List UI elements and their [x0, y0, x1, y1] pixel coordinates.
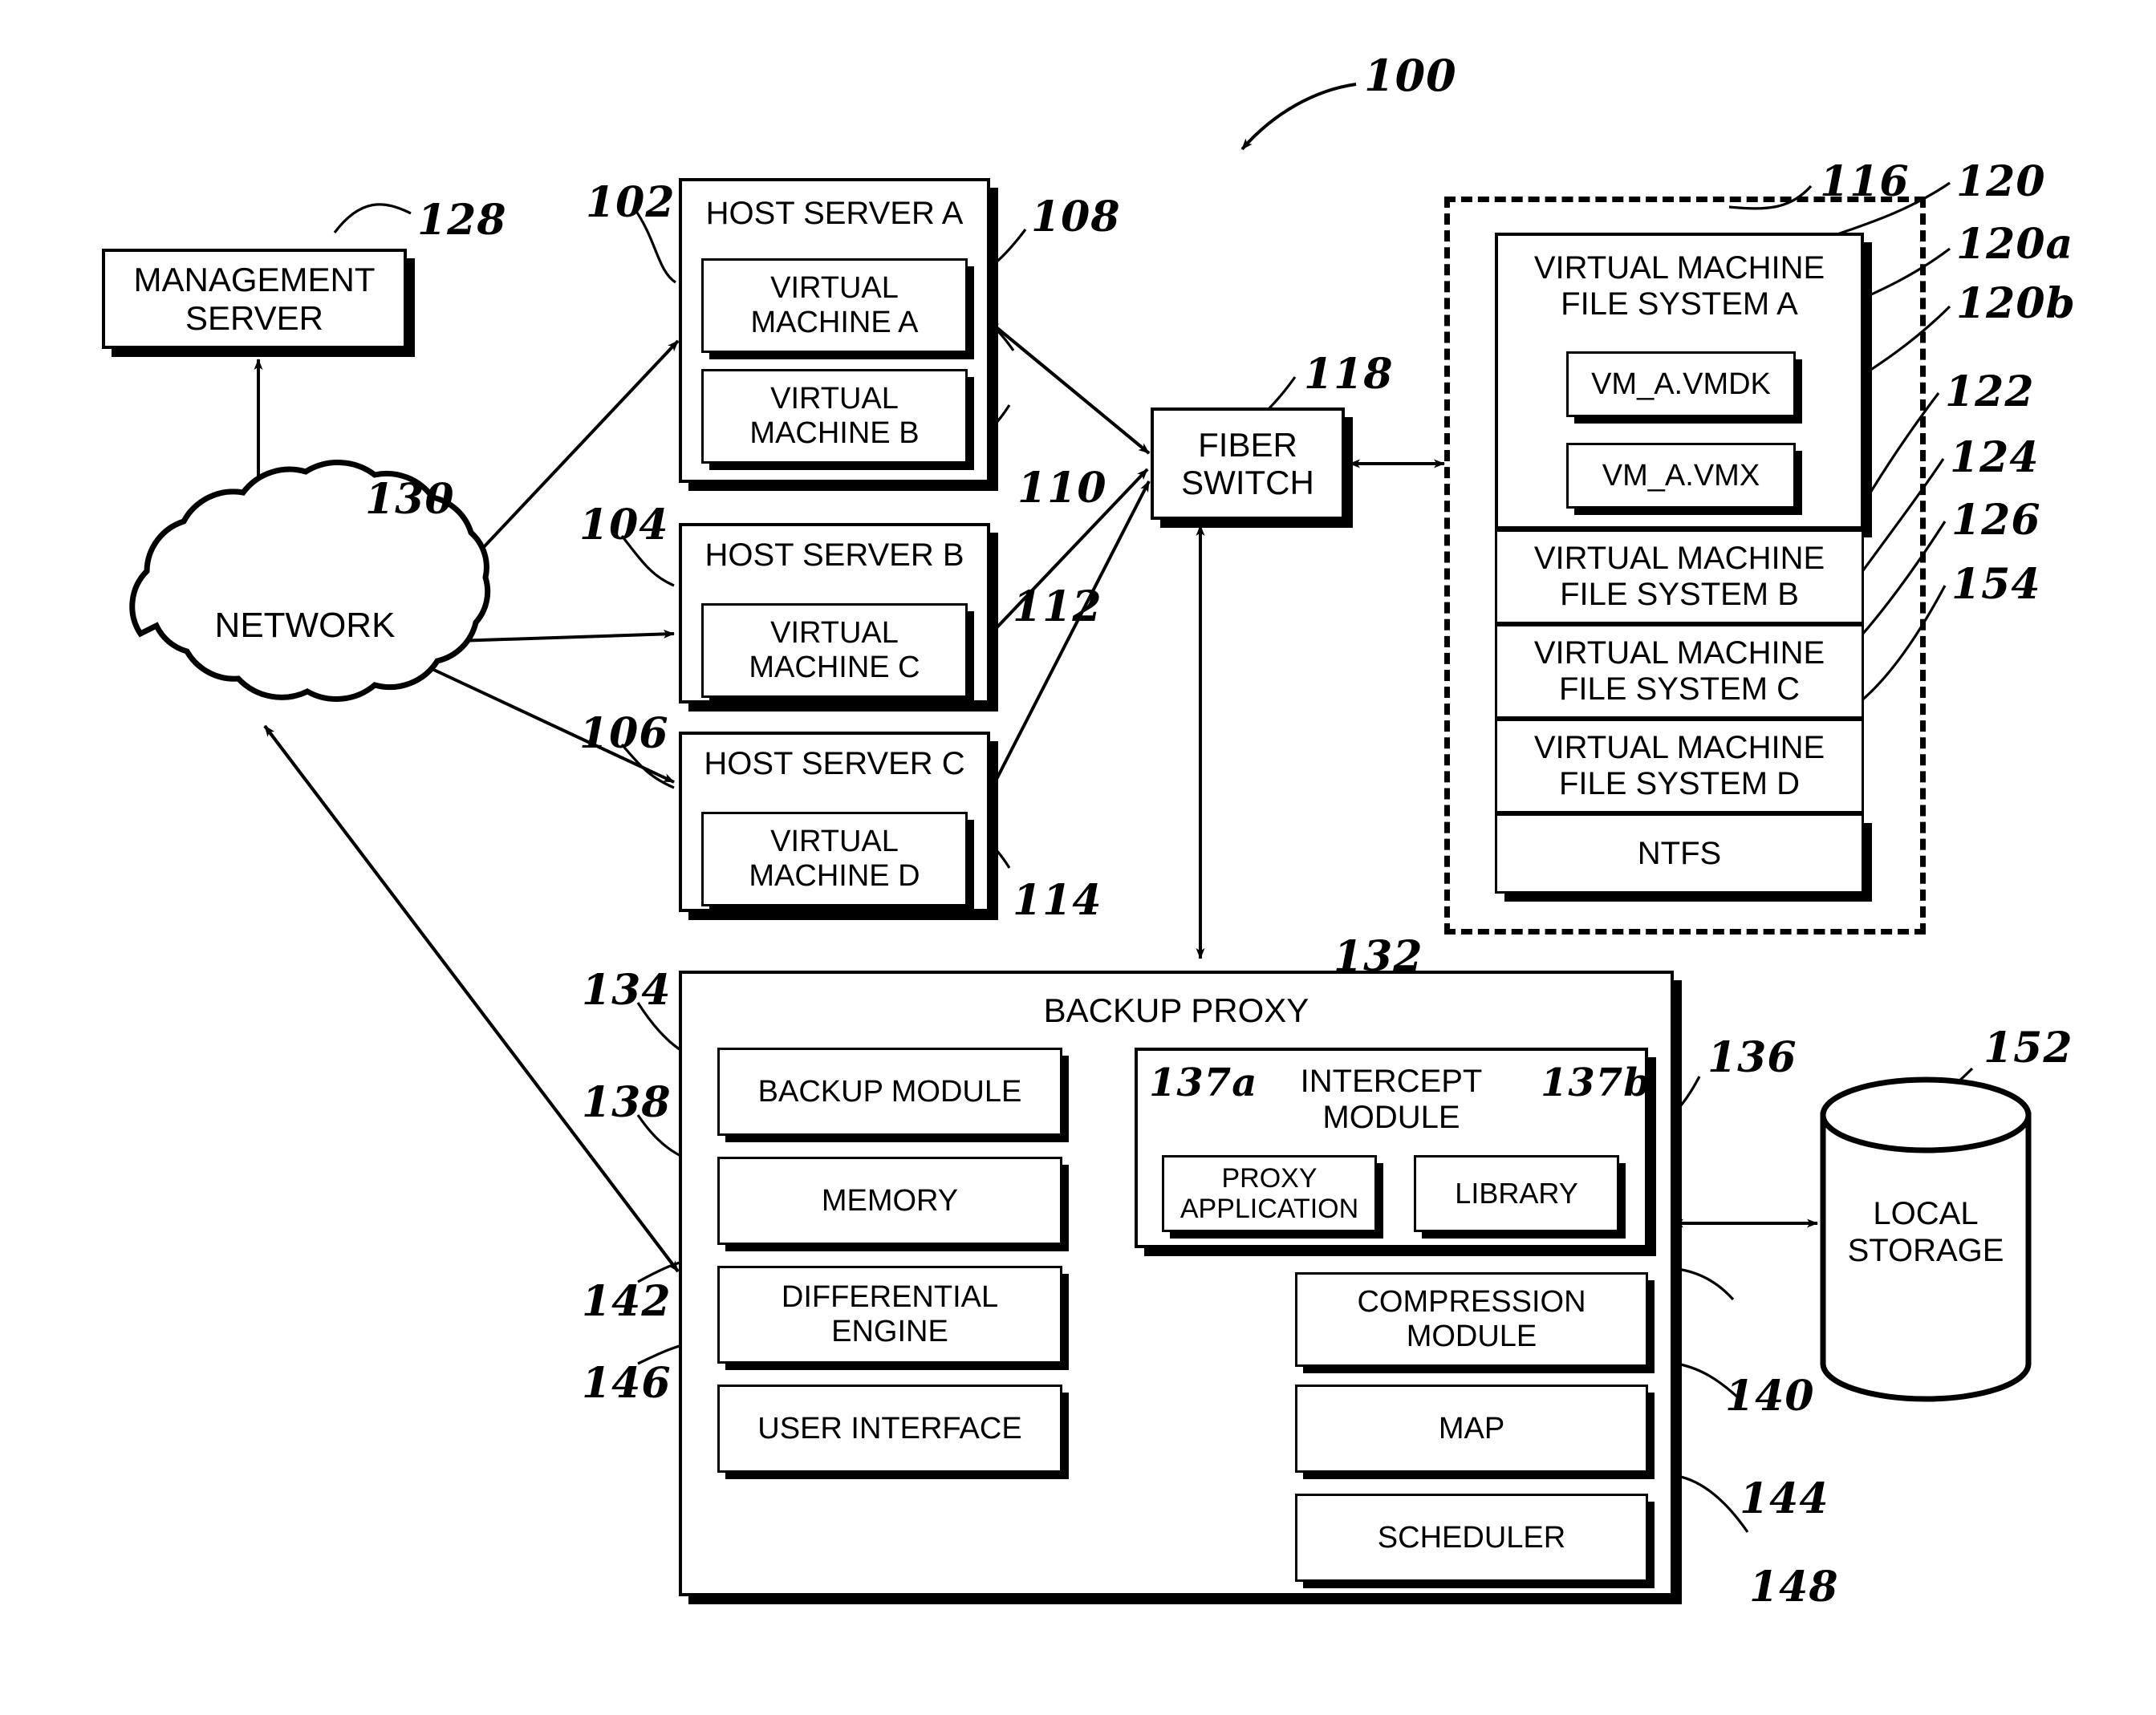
- virtual-machine-c-box: VIRTUAL MACHINE C: [701, 603, 968, 698]
- intercept-module-label: INTERCEPT MODULE: [1300, 1064, 1483, 1135]
- virtual-machine-b-label: VIRTUAL MACHINE B: [749, 382, 920, 450]
- host-server-b-label: HOST SERVER B: [704, 537, 964, 573]
- user-interface-label: USER INTERFACE: [757, 1411, 1022, 1445]
- vmfs-b-label: VIRTUAL MACHINE FILE SYSTEM B: [1533, 541, 1825, 612]
- ref-137a: 137a: [1149, 1060, 1258, 1105]
- vmdk-file-label: VM_A.VMDK: [1591, 367, 1771, 401]
- fiber-switch-label: FIBER SWITCH: [1181, 425, 1314, 501]
- ref-figure-100: 100: [1364, 50, 1457, 101]
- management-server-label: MANAGEMENT SERVER: [133, 261, 376, 337]
- ref-104: 104: [579, 501, 669, 549]
- vmdk-file-box: VM_A.VMDK: [1566, 351, 1796, 417]
- ref-116: 116: [1820, 157, 1910, 206]
- ref-106: 106: [579, 709, 669, 758]
- ref-142: 142: [582, 1277, 672, 1326]
- ref-130: 130: [365, 475, 455, 524]
- proxy-application-label: PROXY APPLICATION: [1180, 1162, 1359, 1224]
- ref-128: 128: [417, 196, 507, 245]
- host-server-c-label: HOST SERVER C: [704, 746, 965, 781]
- virtual-machine-a-box: VIRTUAL MACHINE A: [701, 258, 968, 353]
- ref-110: 110: [1017, 464, 1107, 513]
- vmfs-c-row: VIRTUAL MACHINE FILE SYSTEM C: [1495, 624, 1864, 719]
- virtual-machine-d-box: VIRTUAL MACHINE D: [701, 812, 968, 906]
- user-interface-box: USER INTERFACE: [717, 1385, 1062, 1473]
- ref-120: 120: [1956, 157, 2046, 206]
- virtual-machine-a-label: VIRTUAL MACHINE A: [750, 271, 919, 339]
- ref-154: 154: [1951, 560, 2041, 609]
- ref-138: 138: [582, 1078, 672, 1127]
- patent-figure-canvas: 100 MANAGEMENT SERVER 128 NETWORK 130 HO…: [0, 0, 2156, 1715]
- ref-114: 114: [1013, 876, 1102, 925]
- differential-engine-box: DIFFERENTIAL ENGINE: [717, 1266, 1062, 1364]
- backup-proxy-label: BACKUP PROXY: [1043, 991, 1309, 1029]
- proxy-application-box: PROXY APPLICATION: [1162, 1155, 1377, 1232]
- vmfs-c-label: VIRTUAL MACHINE FILE SYSTEM C: [1533, 635, 1825, 707]
- network-label: NETWORK: [214, 606, 396, 645]
- local-storage-label: LOCAL STORAGE: [1847, 1196, 2004, 1268]
- virtual-machine-b-box: VIRTUAL MACHINE B: [701, 369, 968, 464]
- vmfs-b-row: VIRTUAL MACHINE FILE SYSTEM B: [1495, 529, 1864, 624]
- host-server-a-label: HOST SERVER A: [705, 196, 964, 231]
- ref-146: 146: [582, 1359, 672, 1408]
- scheduler-box: SCHEDULER: [1295, 1494, 1648, 1582]
- vmfs-a-label: VIRTUAL MACHINE FILE SYSTEM A: [1533, 250, 1825, 322]
- ref-140: 140: [1725, 1372, 1815, 1421]
- management-server-box: MANAGEMENT SERVER: [102, 249, 407, 349]
- backup-module-box: BACKUP MODULE: [717, 1048, 1062, 1136]
- memory-box: MEMORY: [717, 1157, 1062, 1245]
- ref-137b: 137b: [1541, 1060, 1651, 1105]
- ref-144: 144: [1740, 1474, 1829, 1523]
- ref-148: 148: [1749, 1563, 1839, 1612]
- ref-108: 108: [1031, 193, 1121, 241]
- memory-label: MEMORY: [821, 1183, 959, 1218]
- ntfs-row: NTFS: [1495, 813, 1864, 894]
- library-box: LIBRARY: [1414, 1155, 1619, 1232]
- ref-132: 132: [1334, 932, 1423, 981]
- ntfs-label: NTFS: [1637, 835, 1722, 871]
- ref-120a: 120a: [1956, 220, 2074, 269]
- compression-module-label: COMPRESSION MODULE: [1357, 1285, 1586, 1353]
- ref-118: 118: [1304, 350, 1394, 399]
- ref-136: 136: [1707, 1033, 1797, 1082]
- compression-module-box: COMPRESSION MODULE: [1295, 1272, 1648, 1367]
- fiber-switch-box: FIBER SWITCH: [1151, 407, 1345, 520]
- virtual-machine-d-label: VIRTUAL MACHINE D: [749, 825, 920, 893]
- map-box: MAP: [1295, 1385, 1648, 1473]
- ref-102: 102: [586, 178, 676, 227]
- scheduler-label: SCHEDULER: [1377, 1520, 1566, 1555]
- vmx-file-label: VM_A.VMX: [1602, 458, 1760, 493]
- ref-134: 134: [582, 966, 672, 1015]
- vmx-file-box: VM_A.VMX: [1566, 443, 1796, 509]
- ref-120b: 120b: [1956, 279, 2076, 328]
- virtual-machine-c-label: VIRTUAL MACHINE C: [749, 616, 920, 684]
- vmfs-d-label: VIRTUAL MACHINE FILE SYSTEM D: [1533, 730, 1825, 801]
- ref-124: 124: [1950, 433, 2040, 482]
- vmfs-d-row: VIRTUAL MACHINE FILE SYSTEM D: [1495, 719, 1864, 813]
- library-label: LIBRARY: [1455, 1176, 1578, 1210]
- backup-module-label: BACKUP MODULE: [757, 1074, 1022, 1109]
- ref-152: 152: [1983, 1024, 2073, 1072]
- differential-engine-label: DIFFERENTIAL ENGINE: [781, 1280, 999, 1348]
- ref-122: 122: [1945, 367, 2035, 416]
- ref-126: 126: [1951, 496, 2041, 545]
- ref-112: 112: [1013, 582, 1102, 631]
- map-label: MAP: [1438, 1411, 1505, 1445]
